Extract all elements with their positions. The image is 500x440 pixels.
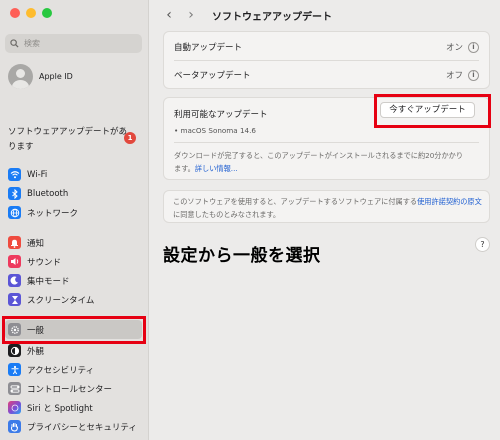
bell-icon — [8, 236, 21, 249]
sidebar-item-focus[interactable]: 集中モード — [5, 271, 142, 290]
info-icon[interactable]: i — [468, 69, 479, 81]
search-field[interactable]: 検索 — [5, 34, 142, 53]
sidebar-item-general[interactable]: 一般 — [5, 320, 142, 339]
sidebar-item-label: Bluetooth — [27, 188, 69, 199]
beta-update-row[interactable]: ベータアップデート オフ i — [174, 69, 479, 81]
auto-update-row[interactable]: 自動アップデート オン i — [174, 41, 479, 53]
sidebar-item-siri-spotlight[interactable]: Siri と Spotlight — [5, 398, 142, 417]
update-settings-card: 自動アップデート オン i ベータアップデート オフ i — [163, 31, 490, 89]
update-description: ダウンロードが完了すると、このアップデートがインストールされるまでに約20分かか… — [174, 149, 484, 175]
window-controls — [10, 8, 52, 18]
sidebar-item-privacy-security[interactable]: プライバシーとセキュリティ — [5, 417, 142, 436]
beta-update-label: ベータアップデート — [174, 71, 251, 81]
close-window-button[interactable] — [10, 8, 20, 18]
sidebar-item-label: 通知 — [27, 238, 45, 249]
globe-icon — [8, 206, 21, 219]
update-description-line1: ダウンロードが完了すると、このアップデートがインストールされるまでに約20分かか… — [174, 151, 464, 160]
auto-update-label: 自動アップデート — [174, 43, 243, 53]
update-now-button[interactable]: 今すぐアップデート — [380, 102, 475, 118]
sidebar-item-sound[interactable]: サウンド — [5, 252, 142, 271]
sidebar-item-label: Siri と Spotlight — [27, 403, 93, 414]
avatar — [8, 64, 33, 89]
more-info-link[interactable]: 詳しい情報... — [195, 164, 238, 173]
bluetooth-icon — [8, 187, 21, 200]
sidebar-item-screen-time[interactable]: スクリーンタイム — [5, 290, 142, 309]
main-pane: ‹ › ソフトウェアアップデート 自動アップデート オン i ベータアップデート… — [150, 0, 500, 440]
sidebar-item-appearance[interactable]: 外観 — [5, 341, 142, 360]
sidebar-item-label: プライバシーとセキュリティ — [27, 422, 137, 433]
update-version: • macOS Sonoma 14.6 — [174, 126, 256, 135]
license-text-line2: に同意したものとみなされます。 — [173, 210, 281, 219]
sidebar-item-label: 集中モード — [27, 276, 70, 287]
software-update-notice[interactable]: ソフトウェアアップデートがあります — [8, 125, 128, 155]
divider — [174, 142, 479, 143]
wifi-icon — [8, 168, 21, 181]
search-icon — [10, 39, 19, 48]
sidebar-item-label: スクリーンタイム — [27, 295, 95, 306]
minimize-window-button[interactable] — [26, 8, 36, 18]
gear-icon — [8, 323, 21, 336]
hand-icon — [8, 420, 21, 433]
back-button[interactable]: ‹ — [163, 7, 175, 23]
sidebar-item-label: 一般 — [27, 325, 45, 336]
license-card: このソフトウェアを使用すると、アップデートするソフトウェアに付属する使用許諾契約… — [163, 190, 490, 223]
sidebar-item-wifi[interactable]: Wi-Fi — [5, 165, 142, 184]
sidebar: 検索 Apple ID ソフトウェアアップデートがあります 1 Wi-Fi Bl… — [0, 0, 149, 440]
help-button[interactable]: ? — [475, 237, 490, 252]
sidebar-item-network[interactable]: ネットワーク — [5, 203, 142, 222]
sidebar-item-label: ネットワーク — [27, 208, 79, 219]
sidebar-item-bluetooth[interactable]: Bluetooth — [5, 184, 142, 203]
control-center-icon — [8, 382, 21, 395]
hourglass-icon — [8, 293, 21, 306]
speaker-icon — [8, 255, 21, 268]
apple-id-item[interactable]: Apple ID — [8, 64, 73, 89]
apple-id-label: Apple ID — [39, 72, 73, 81]
sidebar-item-label: サウンド — [27, 257, 62, 268]
auto-update-value: オン — [445, 43, 463, 53]
sidebar-item-control-center[interactable]: コントロールセンター — [5, 379, 142, 398]
update-description-line2: ます。 — [174, 164, 195, 173]
moon-icon — [8, 274, 21, 287]
sidebar-item-notifications[interactable]: 通知 — [5, 233, 142, 252]
sidebar-item-label: コントロールセンター — [27, 384, 113, 395]
sidebar-item-label: 外観 — [27, 346, 45, 357]
annotation-caption: 設定から一般を選択 — [163, 246, 321, 266]
license-text: このソフトウェアを使用すると、アップデートするソフトウェアに付属する使用許諾契約… — [173, 195, 488, 221]
license-text-line1: このソフトウェアを使用すると、アップデートするソフトウェアに付属する — [173, 197, 418, 206]
accessibility-icon — [8, 363, 21, 376]
license-agreement-link[interactable]: 使用許諾契約の原文 — [417, 197, 482, 206]
divider — [174, 60, 479, 61]
forward-button[interactable]: › — [185, 7, 197, 23]
appearance-icon — [8, 344, 21, 357]
update-count-badge: 1 — [124, 132, 136, 144]
siri-icon — [8, 401, 21, 414]
zoom-window-button[interactable] — [42, 8, 52, 18]
sidebar-item-label: Wi-Fi — [27, 169, 48, 180]
search-placeholder: 検索 — [24, 39, 40, 48]
beta-update-value: オフ — [445, 71, 463, 81]
sidebar-item-accessibility[interactable]: アクセシビリティ — [5, 360, 142, 379]
page-title: ソフトウェアアップデート — [212, 12, 332, 23]
info-icon[interactable]: i — [468, 41, 479, 53]
available-updates-label: 利用可能なアップデート — [174, 110, 268, 120]
sidebar-item-label: アクセシビリティ — [27, 365, 95, 376]
